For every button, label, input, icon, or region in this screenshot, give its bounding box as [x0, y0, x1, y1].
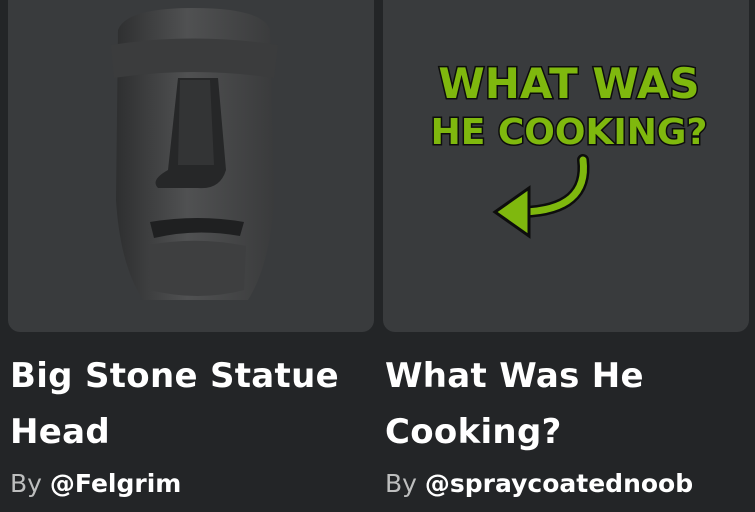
thumbnail-graphic: WHAT WAS HE COOKING?	[429, 58, 709, 239]
thumbnail-text-line1: WHAT WAS	[438, 59, 699, 108]
by-label: By	[10, 469, 42, 498]
stone-head-icon	[111, 8, 278, 300]
creator-link[interactable]: @spraycoatednoob	[425, 469, 693, 498]
item-title[interactable]: Big Stone Statue Head	[10, 348, 372, 460]
catalog-card-what-was-he-cooking[interactable]: WHAT WAS HE COOKING? What Was He Cooking…	[383, 0, 749, 512]
catalog-card-big-stone-statue-head[interactable]: Big Stone Statue Head By @Felgrim	[8, 0, 374, 512]
creator-line: By @Felgrim	[10, 466, 181, 502]
item-title[interactable]: What Was He Cooking?	[385, 348, 747, 460]
curved-arrow-icon	[492, 154, 590, 239]
thumbnail-text-line2: HE COOKING?	[431, 112, 708, 153]
item-thumbnail[interactable]: WHAT WAS HE COOKING?	[383, 0, 749, 332]
by-label: By	[385, 469, 417, 498]
creator-line: By @spraycoatednoob	[385, 466, 693, 502]
creator-link[interactable]: @Felgrim	[50, 469, 181, 498]
item-thumbnail[interactable]	[8, 0, 374, 332]
